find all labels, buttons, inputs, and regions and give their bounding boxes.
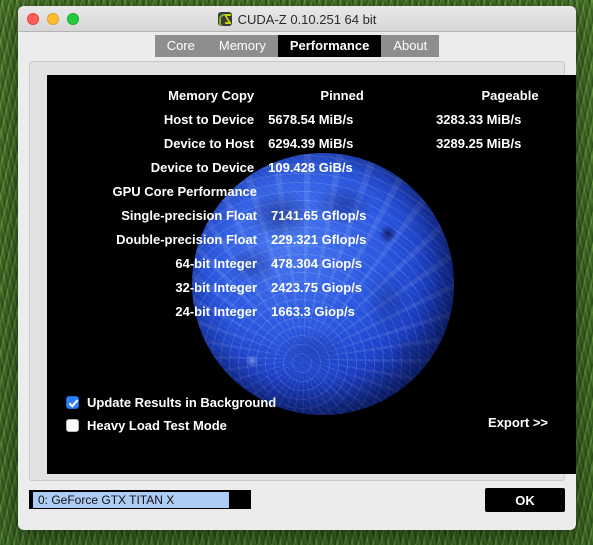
double-precision-float-value: 229.321 Gflop/s: [271, 231, 367, 247]
tab-bar: Core Memory Performance About: [18, 32, 576, 57]
row-label-32-bit-integer: 32-bit Integer: [175, 279, 257, 295]
table-row: Device to Device 109.428 GiB/s: [47, 155, 576, 179]
table-row: Device to Host 6294.39 MiB/s 3289.25 MiB…: [47, 131, 576, 155]
cuda-z-logo-icon: [217, 12, 232, 26]
32-bit-integer-value: 2423.75 Giop/s: [271, 279, 363, 295]
window-title: CUDA-Z 0.10.251 64 bit: [18, 6, 576, 32]
table-row: Double-precision Float 229.321 Gflop/s: [47, 227, 576, 251]
row-label-single-precision-float: Single-precision Float: [121, 207, 257, 223]
host-to-device-pageable: 3283.33 MiB/s: [436, 111, 522, 127]
device-selector[interactable]: 0: GeForce GTX TITAN X: [29, 490, 251, 509]
single-precision-float-value: 7141.65 Gflop/s: [271, 207, 367, 223]
row-label-double-precision-float: Double-precision Float: [116, 231, 257, 247]
window-title-text: CUDA-Z 0.10.251 64 bit: [237, 11, 377, 27]
checkbox-label-update-results: Update Results in Background: [87, 394, 277, 410]
host-to-device-pinned: 5678.54 MiB/s: [268, 111, 354, 127]
24-bit-integer-value: 1663.3 Giop/s: [271, 303, 355, 319]
table-row: Single-precision Float 7141.65 Gflop/s: [47, 203, 576, 227]
app-window: CUDA-Z 0.10.251 64 bit Core Memory Perfo…: [18, 6, 576, 530]
table-row: 64-bit Integer 478.304 Giop/s: [47, 251, 576, 275]
options-group: Update Results in Background Heavy Load …: [66, 392, 276, 438]
64-bit-integer-value: 478.304 Giop/s: [271, 255, 363, 271]
column-header-pinned: Pinned: [320, 87, 364, 103]
tab-performance[interactable]: Performance: [277, 35, 382, 57]
checkbox-label-heavy-load: Heavy Load Test Mode: [87, 417, 227, 433]
device-selector-value[interactable]: 0: GeForce GTX TITAN X: [33, 491, 229, 508]
column-header-pageable: Pageable: [481, 87, 539, 103]
row-label-host-to-device: Host to Device: [163, 111, 255, 127]
gpu-core-section-label: GPU Core Performance: [112, 183, 258, 199]
checkbox-unchecked-icon[interactable]: [66, 418, 79, 432]
memory-copy-header-row: Memory Copy Pinned Pageable: [47, 83, 576, 107]
row-label-device-to-device: Device to Device: [150, 159, 255, 175]
ok-button[interactable]: OK: [485, 488, 565, 512]
memory-copy-section-label: Memory Copy: [168, 87, 255, 103]
row-label-device-to-host: Device to Host: [163, 135, 255, 151]
gpu-core-header-row: GPU Core Performance: [47, 179, 576, 203]
table-row: Host to Device 5678.54 MiB/s 3283.33 MiB…: [47, 107, 576, 131]
tab-memory[interactable]: Memory: [206, 35, 278, 57]
table-row: 24-bit Integer 1663.3 Giop/s: [47, 299, 576, 323]
device-to-host-pinned: 6294.39 MiB/s: [268, 135, 354, 151]
checkbox-heavy-load-test-mode[interactable]: Heavy Load Test Mode: [66, 415, 276, 435]
performance-panel: Memory Copy Pinned Pageable Host to Devi…: [47, 75, 576, 474]
device-to-device-pinned: 109.428 GiB/s: [268, 159, 353, 175]
tab-about[interactable]: About: [381, 35, 440, 57]
title-bar[interactable]: CUDA-Z 0.10.251 64 bit: [18, 6, 576, 32]
checkbox-checked-icon[interactable]: [66, 395, 79, 409]
row-label-64-bit-integer: 64-bit Integer: [175, 255, 257, 271]
tab-core[interactable]: Core: [154, 35, 207, 57]
performance-stats: Memory Copy Pinned Pageable Host to Devi…: [47, 83, 576, 323]
table-row: 32-bit Integer 2423.75 Giop/s: [47, 275, 576, 299]
checkbox-update-results-in-background[interactable]: Update Results in Background: [66, 392, 276, 412]
device-to-host-pageable: 3289.25 MiB/s: [436, 135, 522, 151]
export-button[interactable]: Export >>: [488, 415, 548, 430]
row-label-24-bit-integer: 24-bit Integer: [175, 303, 257, 319]
